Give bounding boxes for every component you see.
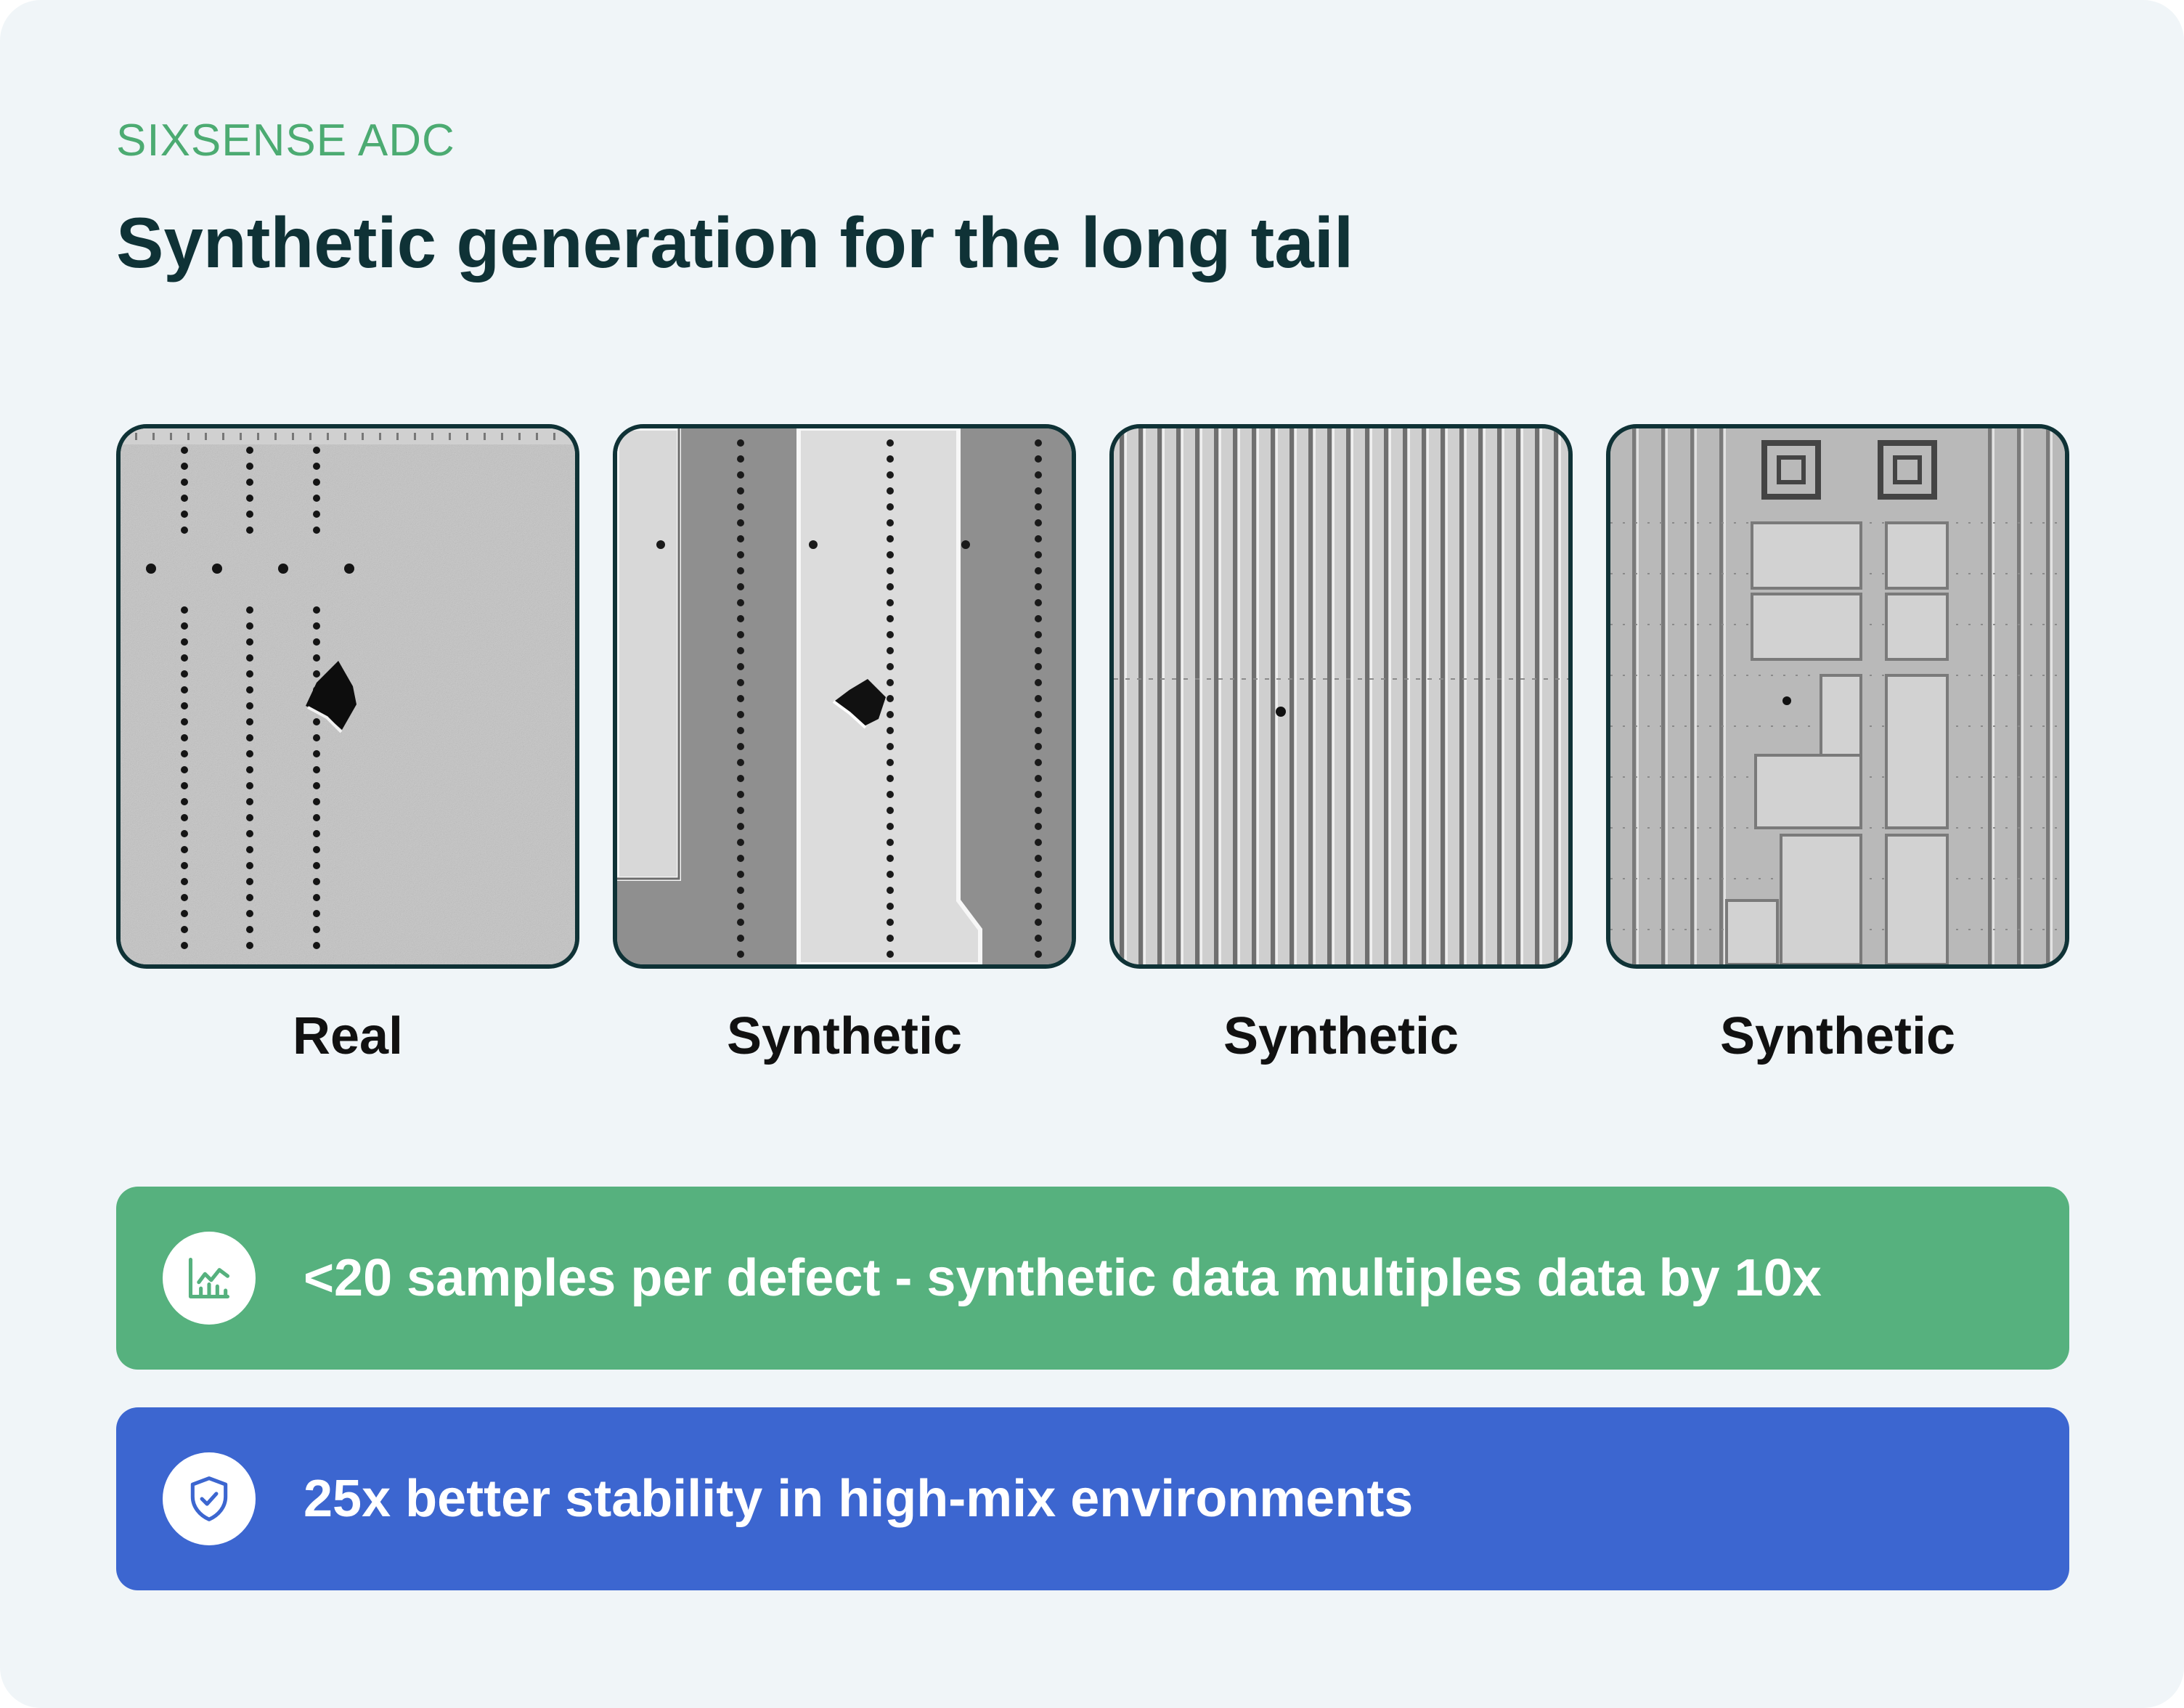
highlight-samples: <20 samples per defect - synthetic data … xyxy=(116,1187,2069,1370)
caption-synthetic-1: Synthetic xyxy=(726,1007,963,1065)
shield-check-icon xyxy=(163,1452,256,1545)
highlight-stability: 25x better stability in high-mix environ… xyxy=(116,1407,2069,1590)
chart-icon xyxy=(163,1232,256,1325)
highlight-stability-text: 25x better stability in high-mix environ… xyxy=(303,1470,1414,1528)
content-card: SIXSENSE ADC Synthetic generation for th… xyxy=(0,0,2184,1708)
caption-synthetic-2: Synthetic xyxy=(1223,1007,1459,1065)
sem-image-real xyxy=(116,424,579,969)
sem-image-synthetic-1 xyxy=(613,424,1076,969)
eyebrow-label: SIXSENSE ADC xyxy=(116,115,455,166)
highlight-samples-text: <20 samples per defect - synthetic data … xyxy=(303,1249,1822,1307)
caption-real: Real xyxy=(292,1007,404,1065)
caption-synthetic-3: Synthetic xyxy=(1719,1007,1956,1065)
page-title: Synthetic generation for the long tail xyxy=(116,203,1354,282)
sem-image-synthetic-2 xyxy=(1109,424,1573,969)
sem-image-synthetic-3 xyxy=(1606,424,2069,969)
